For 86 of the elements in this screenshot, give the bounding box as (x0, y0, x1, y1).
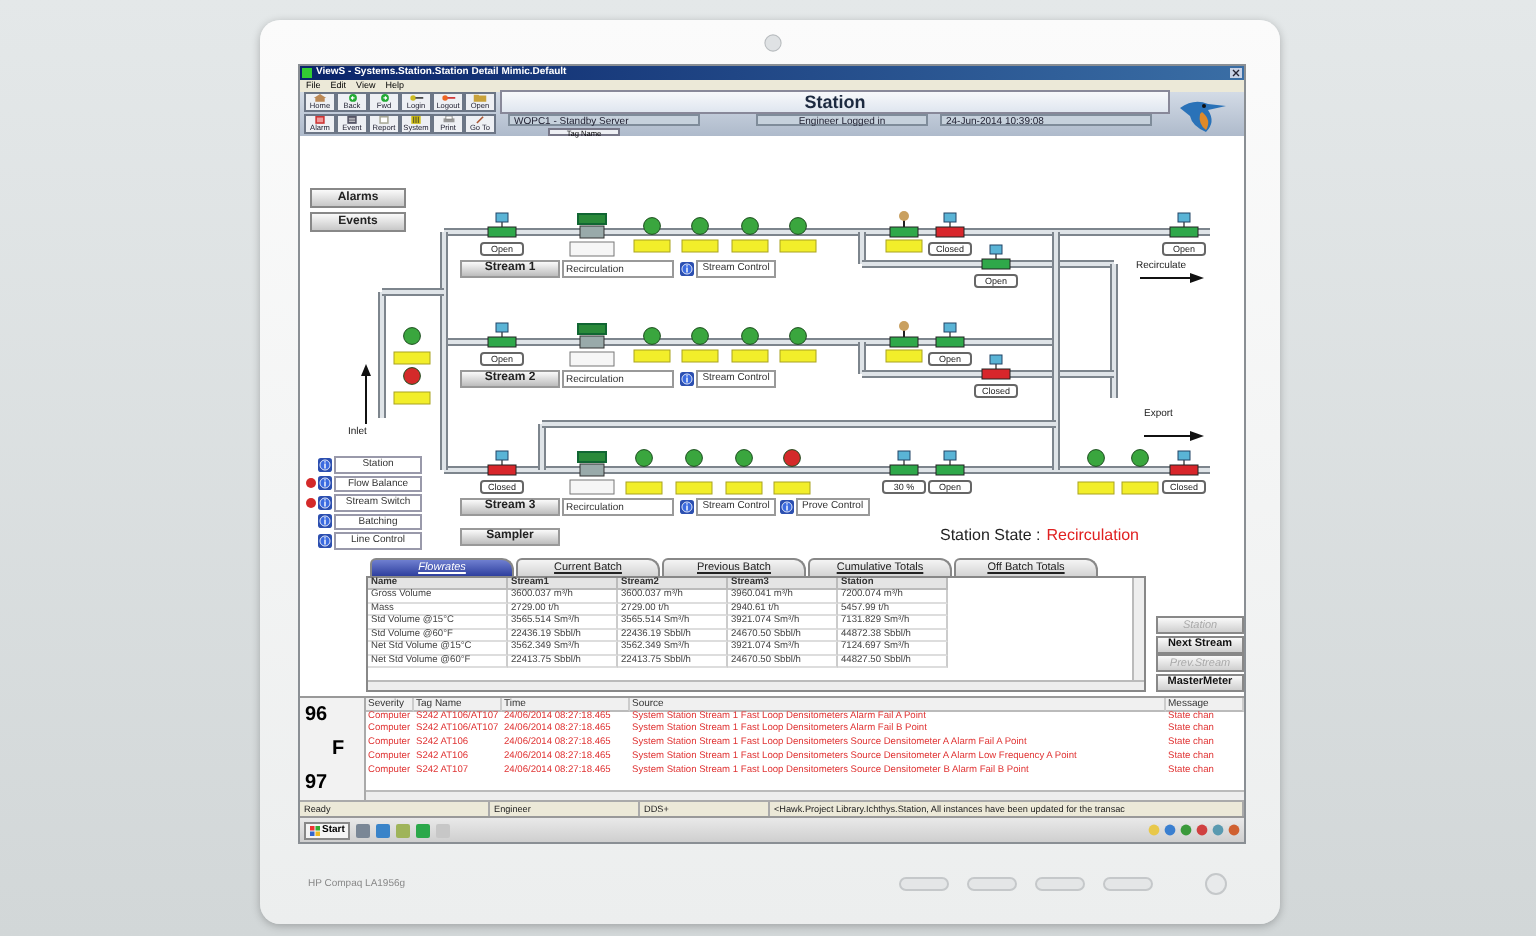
reading-tag (681, 239, 719, 253)
counter-value: 97 (302, 772, 330, 795)
reading-tag (779, 239, 817, 253)
up-arrow-icon (361, 363, 371, 425)
reading-tag (633, 239, 671, 253)
windows-flag-icon (310, 825, 320, 836)
status-lamp (741, 216, 759, 235)
reading-tag (779, 349, 817, 363)
status-lamp (643, 216, 661, 235)
status-lamp (783, 448, 801, 467)
reading-tag (885, 239, 923, 253)
reading-tag (675, 481, 713, 495)
reading-tag (773, 481, 811, 495)
counter-unit: F (332, 738, 347, 761)
alarm-panel-icon (314, 115, 326, 124)
status-lamp (789, 216, 807, 235)
info-icon[interactable] (318, 476, 332, 491)
cabinet-icon (410, 115, 422, 124)
valve-icon[interactable] (487, 212, 517, 238)
status-lamp (789, 326, 807, 345)
reading-tag (885, 349, 923, 363)
valve-icon[interactable] (487, 322, 517, 348)
valve-icon[interactable] (889, 450, 919, 476)
reading-tag (393, 391, 431, 405)
back-arrow-icon (347, 94, 357, 103)
close-icon[interactable] (1230, 67, 1242, 78)
key-icon (439, 94, 457, 103)
printer-icon (441, 115, 455, 124)
reading-tag (681, 349, 719, 363)
status-lamp (643, 326, 661, 345)
flowmeter-icon (569, 322, 615, 367)
valve-icon[interactable] (1169, 450, 1199, 476)
info-icon[interactable] (780, 499, 794, 514)
control-valve-icon (889, 320, 919, 348)
info-icon[interactable] (318, 495, 332, 510)
info-icon[interactable] (318, 533, 332, 548)
status-lamp (403, 326, 421, 345)
reading-tag (393, 351, 431, 365)
reading-tag (633, 349, 671, 363)
reading-tag (731, 239, 769, 253)
screen-title: Station (500, 89, 1170, 114)
station-state-label: Station State : (940, 525, 1041, 544)
info-icon[interactable] (680, 499, 694, 514)
flowmeter-icon (569, 212, 615, 257)
info-icon[interactable] (680, 371, 694, 386)
status-lamp (691, 216, 709, 235)
key-icon (407, 94, 425, 103)
scrollbar[interactable] (366, 790, 1244, 801)
document-icon (378, 115, 390, 124)
status-lamp (741, 326, 759, 345)
right-arrow-icon (1143, 430, 1204, 441)
valve-icon[interactable] (981, 244, 1011, 270)
flowmeter-icon (569, 450, 615, 495)
info-icon[interactable] (318, 514, 332, 529)
status-lamp (403, 366, 421, 385)
status-lamp (735, 448, 753, 467)
status-lamp (1131, 448, 1149, 467)
logo-icon (763, 34, 781, 52)
reading-tag (731, 349, 769, 363)
valve-icon[interactable] (935, 450, 965, 476)
right-arrow-icon (1139, 272, 1204, 283)
status-lamp (691, 326, 709, 345)
reading-tag (1121, 481, 1159, 495)
scrollbar[interactable] (1132, 577, 1144, 680)
valve-icon[interactable] (1169, 212, 1199, 238)
reading-tag (1077, 481, 1115, 495)
valve-icon[interactable] (935, 322, 965, 348)
reading-tag (725, 481, 763, 495)
station-state-value: Recirculation (1046, 525, 1140, 544)
valve-icon[interactable] (935, 212, 965, 238)
valve-icon[interactable] (487, 450, 517, 476)
list-icon (346, 115, 358, 124)
status-lamp (1087, 448, 1105, 467)
status-lamp (685, 448, 703, 467)
forward-arrow-icon (379, 94, 389, 103)
info-icon[interactable] (318, 457, 332, 472)
counter-value: 96 (302, 703, 330, 726)
status-lamp (635, 448, 653, 467)
valve-icon[interactable] (981, 354, 1011, 380)
house-icon (312, 94, 328, 103)
reading-tag (625, 481, 663, 495)
app-icon (302, 67, 312, 78)
info-icon[interactable] (680, 261, 694, 276)
scrollbar[interactable] (368, 679, 1144, 690)
control-valve-icon (889, 210, 919, 238)
pen-icon (474, 115, 486, 124)
